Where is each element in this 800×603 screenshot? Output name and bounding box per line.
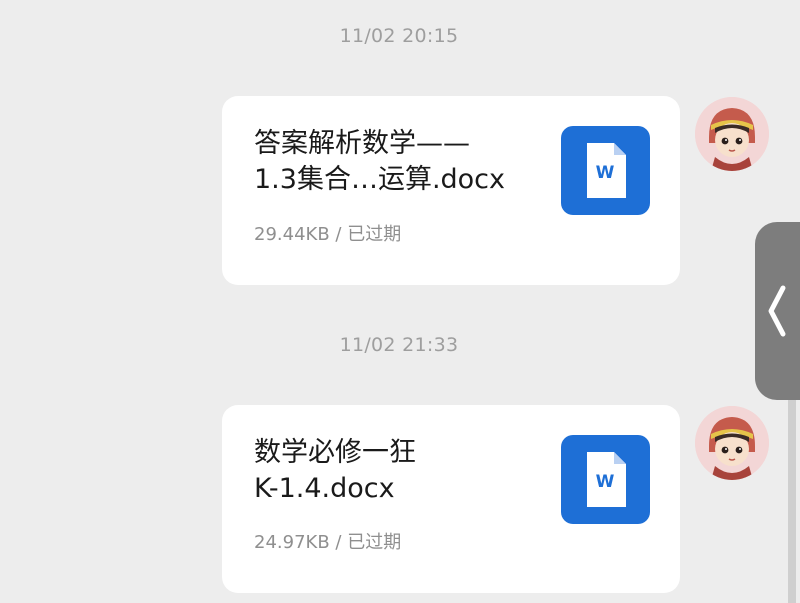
file-size: 29.44KB <box>254 224 330 245</box>
meta-separator: / <box>329 532 348 553</box>
file-message-card[interactable]: 数学必修一狂 K-1.4.docx 24.97KB / 已过期 W <box>222 405 680 593</box>
file-name: 答案解析数学—— 1.3集合…运算.docx <box>254 128 506 195</box>
avatar[interactable] <box>695 97 769 171</box>
file-message-card[interactable]: 答案解析数学—— 1.3集合…运算.docx 29.44KB / 已过期 W <box>222 96 680 285</box>
file-meta: 24.97KB / 已过期 <box>254 528 401 554</box>
side-panel-handle[interactable] <box>755 222 800 400</box>
file-status: 已过期 <box>347 224 402 245</box>
message-timestamp: 11/02 20:15 <box>339 25 459 47</box>
file-name: 数学必修一狂 K-1.4.docx <box>254 437 416 504</box>
word-doc-icon: W <box>561 435 650 524</box>
meta-separator: / <box>329 224 348 245</box>
chevron-left-icon <box>768 285 786 337</box>
file-status: 已过期 <box>347 532 402 553</box>
message-timestamp: 11/02 21:33 <box>339 334 459 356</box>
word-doc-icon: W <box>561 126 650 215</box>
side-strip <box>788 400 796 603</box>
avatar[interactable] <box>695 406 769 480</box>
word-icon-letter: W <box>596 163 615 183</box>
chat-area: 11/02 20:15 答案解析数学—— 1.3集合…运算.docx 29.44… <box>0 0 800 603</box>
file-size: 24.97KB <box>254 532 330 553</box>
file-meta: 29.44KB / 已过期 <box>254 220 401 246</box>
word-icon-letter: W <box>596 472 615 492</box>
